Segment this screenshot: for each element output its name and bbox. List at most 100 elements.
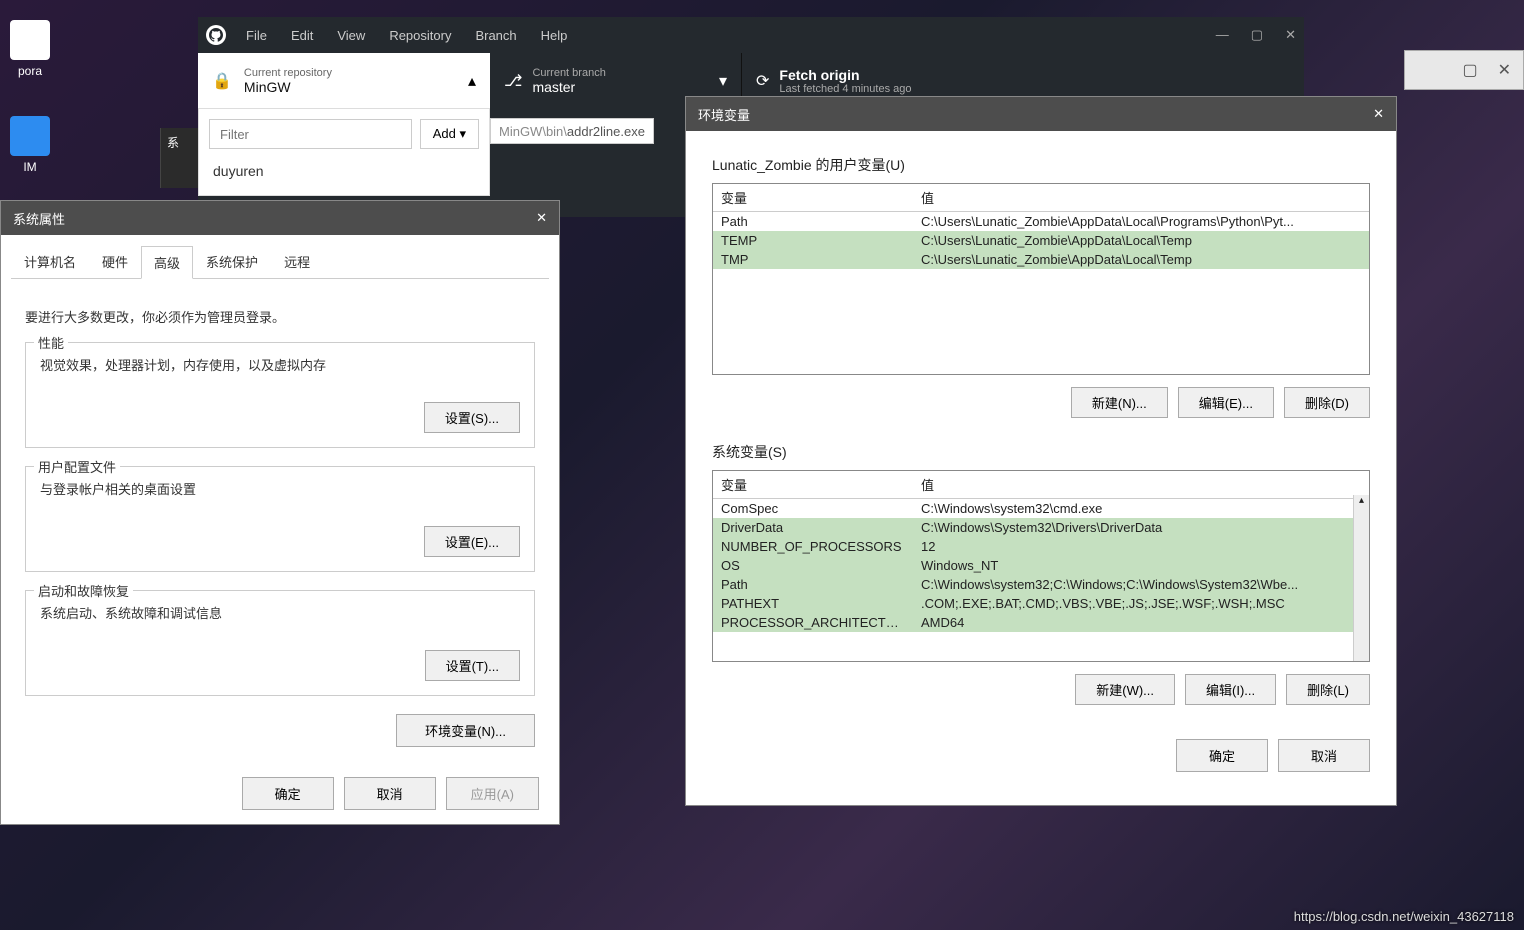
var-value: C:\Users\Lunatic_Zombie\AppData\Local\Pr… [913,212,1369,231]
github-menu: File Edit View Repository Branch Help [246,28,567,43]
scrollbar[interactable]: ▴ [1353,495,1369,661]
menu-branch[interactable]: Branch [475,28,516,43]
menu-repository[interactable]: Repository [389,28,451,43]
user-vars-table[interactable]: 变量 值 PathC:\Users\Lunatic_Zombie\AppData… [712,183,1370,375]
repo-list-item[interactable]: duyuren [209,149,479,185]
env-vars-button[interactable]: 环境变量(N)... [396,714,535,747]
maximize-icon[interactable]: ▢ [1251,27,1263,43]
github-logo-icon [206,25,226,45]
var-name: PROCESSOR_ARCHITECTURE [713,613,913,632]
table-row[interactable]: PROCESSOR_ARCHITECTUREAMD64 [713,613,1369,632]
repo-filter-input[interactable] [209,119,412,149]
profile-settings-button[interactable]: 设置(E)... [424,526,520,557]
tab-computer-name[interactable]: 计算机名 [11,245,89,278]
chevron-up-icon: ▴ [468,71,476,91]
var-name: ComSpec [713,499,913,518]
table-row[interactable]: DriverDataC:\Windows\System32\Drivers\Dr… [713,518,1369,537]
desktop-icon-typora[interactable]: pora [0,20,60,78]
sys-new-button[interactable]: 新建(W)... [1075,674,1175,705]
close-icon[interactable]: ✕ [536,210,547,226]
github-titlebar: File Edit View Repository Branch Help — … [198,17,1304,53]
system-properties-dialog: 系统属性 ✕ 计算机名 硬件 高级 系统保护 远程 要进行大多数更改，你必须作为… [0,200,560,825]
sysprop-title-text: 系统属性 [13,209,65,228]
fetch-subtitle: Last fetched 4 minutes ago [779,83,911,95]
path-bar[interactable]: MinGW\bin\addr2line.exe [490,118,654,144]
user-edit-button[interactable]: 编辑(E)... [1178,387,1274,418]
branch-value: master [532,79,605,95]
sync-icon: ⟳ [756,71,769,91]
col-name: 变量 [713,471,913,498]
repo-label: Current repository [244,67,332,79]
sys-delete-button[interactable]: 删除(L) [1286,674,1370,705]
var-name: Path [713,212,913,231]
ok-button[interactable]: 确定 [1176,739,1268,772]
var-value: Windows_NT [913,556,1369,575]
sysprop-titlebar: 系统属性 ✕ [1,201,559,235]
tab-system-protection[interactable]: 系统保护 [193,245,271,278]
user-vars-label: Lunatic_Zombie 的用户变量(U) [712,155,1370,175]
minimize-icon[interactable]: — [1216,27,1229,43]
chevron-down-icon: ▾ [719,71,727,91]
tab-remote[interactable]: 远程 [271,245,323,278]
perf-title: 性能 [34,333,68,352]
cancel-button[interactable]: 取消 [344,777,436,810]
var-value: C:\Windows\System32\Drivers\DriverData [913,518,1369,537]
col-name: 变量 [713,184,913,211]
var-name: TMP [713,250,913,269]
user-profile-group: 用户配置文件 与登录帐户相关的桌面设置 设置(E)... [25,466,535,572]
table-row[interactable]: NUMBER_OF_PROCESSORS12 [713,537,1369,556]
maximize-icon[interactable]: ▢ [1462,60,1477,80]
user-delete-button[interactable]: 删除(D) [1284,387,1370,418]
col-value: 值 [913,184,1369,211]
table-row[interactable]: TMPC:\Users\Lunatic_Zombie\AppData\Local… [713,250,1369,269]
menu-edit[interactable]: Edit [291,28,313,43]
cancel-button[interactable]: 取消 [1278,739,1370,772]
sysprop-tabs: 计算机名 硬件 高级 系统保护 远程 [11,245,549,279]
envdlg-title-text: 环境变量 [698,105,750,124]
perf-settings-button[interactable]: 设置(S)... [424,402,520,433]
ok-button[interactable]: 确定 [242,777,334,810]
table-row[interactable]: ComSpecC:\Windows\system32\cmd.exe [713,499,1369,518]
apply-button[interactable]: 应用(A) [446,777,539,810]
var-value: C:\Windows\system32;C:\Windows;C:\Window… [913,575,1369,594]
sys-vars-table[interactable]: 变量 值 ComSpecC:\Windows\system32\cmd.exeD… [712,470,1370,662]
table-row[interactable]: PathC:\Users\Lunatic_Zombie\AppData\Loca… [713,212,1369,231]
table-row[interactable]: OSWindows_NT [713,556,1369,575]
var-value: C:\Users\Lunatic_Zombie\AppData\Local\Te… [913,231,1369,250]
user-new-button[interactable]: 新建(N)... [1071,387,1168,418]
env-vars-dialog: 环境变量 ✕ Lunatic_Zombie 的用户变量(U) 变量 值 Path… [685,96,1397,806]
fetch-title: Fetch origin [779,67,911,83]
scroll-up-icon[interactable]: ▴ [1354,495,1369,511]
menu-file[interactable]: File [246,28,267,43]
close-icon[interactable]: ✕ [1285,27,1296,43]
sys-vars-label: 系统变量(S) [712,442,1370,462]
desktop-icon-tim[interactable]: IM [0,116,60,174]
sysprop-intro: 要进行大多数更改，你必须作为管理员登录。 [25,307,535,326]
sys-edit-button[interactable]: 编辑(I)... [1185,674,1276,705]
add-repo-button[interactable]: Add ▾ [420,119,479,149]
table-row[interactable]: PathC:\Windows\system32;C:\Windows;C:\Wi… [713,575,1369,594]
tab-advanced[interactable]: 高级 [141,246,193,279]
menu-help[interactable]: Help [541,28,568,43]
repo-selector[interactable]: 🔒 Current repository MinGW ▴ [198,53,490,108]
menu-view[interactable]: View [337,28,365,43]
perf-desc: 视觉效果，处理器计划，内存使用，以及虚拟内存 [40,355,520,374]
background-window: 系 [160,128,200,188]
watermark: https://blog.csdn.net/weixin_43627118 [1294,909,1514,924]
table-header: 变量 值 [713,471,1369,499]
table-row[interactable]: TEMPC:\Users\Lunatic_Zombie\AppData\Loca… [713,231,1369,250]
close-icon[interactable]: ✕ [1498,60,1511,80]
close-icon[interactable]: ✕ [1373,106,1384,122]
var-name: NUMBER_OF_PROCESSORS [713,537,913,556]
tim-icon [10,116,50,156]
repo-dropdown-panel: Add ▾ duyuren [198,108,490,196]
startup-settings-button[interactable]: 设置(T)... [425,650,520,681]
tab-hardware[interactable]: 硬件 [89,245,141,278]
var-value: .COM;.EXE;.BAT;.CMD;.VBS;.VBE;.JS;.JSE;.… [913,594,1369,613]
performance-group: 性能 视觉效果，处理器计划，内存使用，以及虚拟内存 设置(S)... [25,342,535,448]
branch-label: Current branch [532,67,605,79]
var-value: AMD64 [913,613,1369,632]
var-name: DriverData [713,518,913,537]
repo-value: MinGW [244,79,332,95]
table-row[interactable]: PATHEXT.COM;.EXE;.BAT;.CMD;.VBS;.VBE;.JS… [713,594,1369,613]
